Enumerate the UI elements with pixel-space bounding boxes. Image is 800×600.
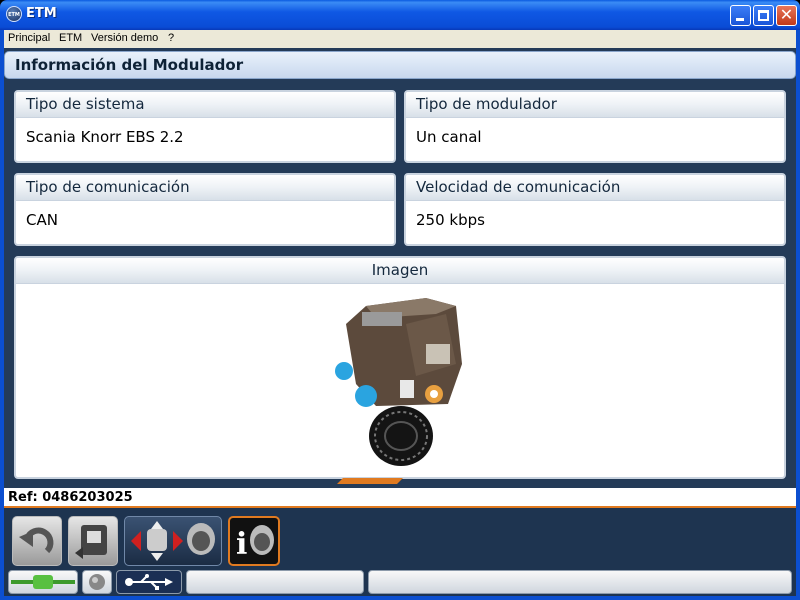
page-title: Información del Modulador — [4, 51, 796, 79]
card-value: Un canal — [416, 128, 482, 146]
minimize-button[interactable] — [730, 5, 751, 26]
menu-bar: Principal ETM Versión demo ? — [4, 30, 796, 48]
card-value: CAN — [26, 211, 58, 229]
connection-cable-icon — [11, 575, 75, 589]
card-value: 250 kbps — [416, 211, 485, 229]
reference-bar: Ref: 0486203025 — [4, 488, 796, 508]
diagnose-button[interactable] — [68, 516, 118, 566]
diagnose-icon — [75, 525, 107, 559]
toolbar: i — [4, 508, 796, 570]
status-panel-empty-2 — [368, 570, 792, 594]
menu-version-demo[interactable]: Versión demo — [91, 32, 158, 44]
status-panel-empty-1 — [186, 570, 364, 594]
svg-text:i: i — [236, 527, 247, 562]
connection-status — [8, 570, 78, 594]
info-icon: i — [236, 525, 274, 562]
status-bar — [4, 570, 796, 596]
minimize-icon — [736, 18, 744, 21]
close-button[interactable]: ✕ — [776, 5, 797, 26]
modulator-image — [335, 298, 462, 466]
card-label: Tipo de comunicación — [16, 175, 394, 201]
back-icon — [19, 527, 54, 554]
maximize-icon — [758, 10, 769, 21]
info-button[interactable]: i — [228, 516, 280, 566]
card-velocidad-comunicacion: Velocidad de comunicación 250 kbps — [404, 173, 786, 246]
card-label: Imagen — [16, 258, 784, 284]
card-tipo-sistema: Tipo de sistema Scania Knorr EBS 2.2 — [14, 90, 396, 163]
card-label: Tipo de modulador — [406, 92, 784, 118]
window-frame-bottom — [0, 596, 800, 600]
card-tipo-comunicacion: Tipo de comunicación CAN — [14, 173, 396, 246]
title-bar: ETM ETM ✕ — [0, 0, 800, 30]
menu-help[interactable]: ? — [168, 32, 174, 44]
maximize-button[interactable] — [753, 5, 774, 26]
close-icon: ✕ — [779, 5, 794, 24]
usb-status — [116, 570, 182, 594]
led-status — [82, 570, 112, 594]
navigate-icon — [131, 521, 215, 561]
menu-etm[interactable]: ETM — [59, 32, 82, 44]
accent-stripe — [337, 478, 403, 484]
window-title: ETM — [26, 6, 57, 21]
card-value: Scania Knorr EBS 2.2 — [26, 128, 184, 146]
app-icon[interactable]: ETM — [6, 6, 22, 22]
menu-principal[interactable]: Principal — [8, 32, 50, 44]
window-frame-right — [796, 30, 800, 600]
card-imagen: Imagen — [14, 256, 786, 479]
card-label: Tipo de sistema — [16, 92, 394, 118]
card-tipo-modulador: Tipo de modulador Un canal — [404, 90, 786, 163]
card-label: Velocidad de comunicación — [406, 175, 784, 201]
back-button[interactable] — [12, 516, 62, 566]
usb-icon — [125, 574, 173, 590]
status-led-icon — [89, 574, 105, 590]
navigate-button[interactable] — [124, 516, 222, 566]
